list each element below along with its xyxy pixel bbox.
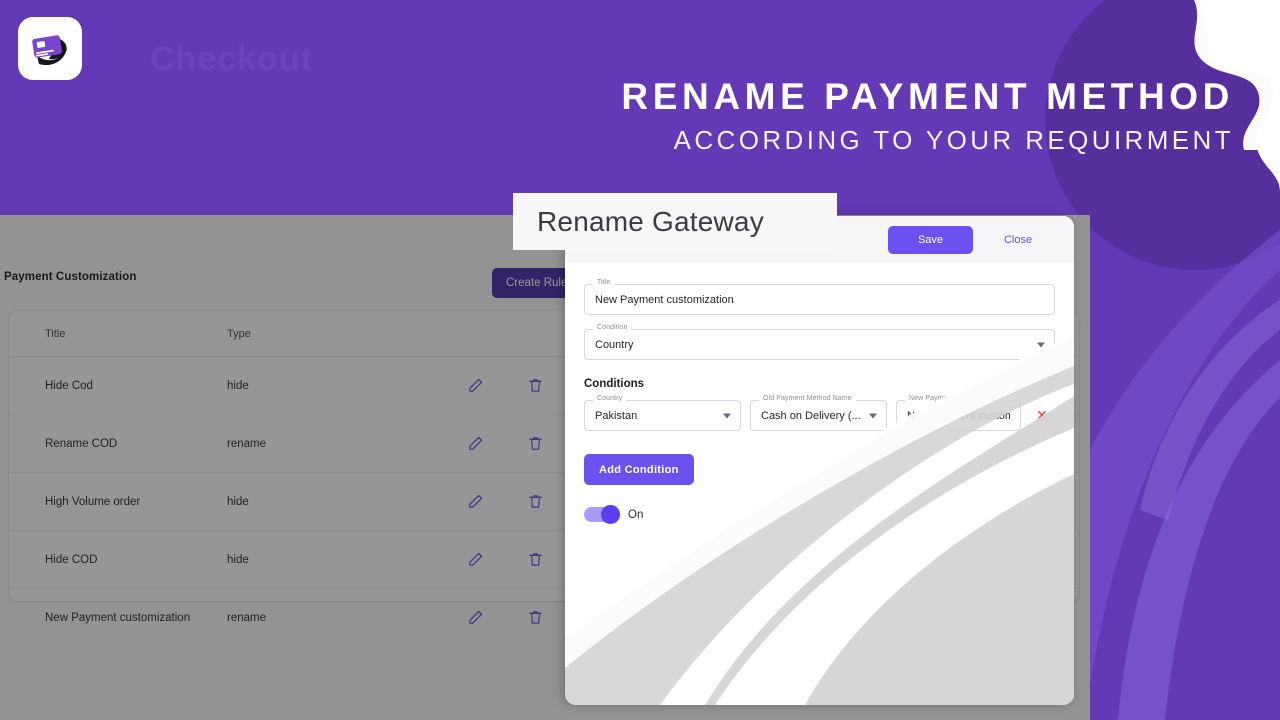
old-payment-method-select[interactable]: Old Payment Method Name Cash on Delivery… <box>750 395 887 431</box>
old-payment-method-label: Old Payment Method Name <box>759 395 856 402</box>
status-toggle-row: On <box>584 505 1055 524</box>
credit-card-swoosh-icon <box>32 34 67 65</box>
app-logo <box>18 17 82 80</box>
close-button[interactable]: Close <box>977 226 1059 254</box>
condition-row: Country Pakistan Old Payment Method Name… <box>584 395 1055 431</box>
screenshot-root: Payment Customization Create Rule Title … <box>0 0 1280 720</box>
country-select-value: Pakistan <box>595 409 638 422</box>
title-field[interactable]: Title New Payment customization <box>584 279 1055 315</box>
country-select[interactable]: Country Pakistan <box>584 395 741 431</box>
conditions-heading: Conditions <box>584 378 645 390</box>
rename-gateway-modal: Save Close Title New Payment customizati… <box>565 216 1074 705</box>
callout-rename-gateway: Rename Gateway <box>513 193 837 250</box>
country-select-label: Country <box>593 395 627 402</box>
title-field-label: Title <box>593 279 615 286</box>
new-payment-method-value: New Payment customiz <box>907 409 1010 422</box>
toggle-knob <box>601 505 620 524</box>
chevron-down-icon <box>869 413 877 418</box>
brand-ghost-text: Checkout <box>150 40 313 78</box>
callout-text: Rename Gateway <box>537 205 764 237</box>
status-toggle[interactable] <box>584 505 620 524</box>
headline-block: RENAME PAYMENT METHOD ACCORDING TO YOUR … <box>621 78 1234 153</box>
title-field-value: New Payment customization <box>595 293 734 306</box>
new-payment-method-label: New Payment Method Name <box>905 395 1005 402</box>
condition-select-label: Condition <box>593 324 632 331</box>
headline-secondary: ACCORDING TO YOUR REQUIRMENT <box>673 125 1234 155</box>
condition-select-value: Country <box>595 338 634 351</box>
save-button[interactable]: Save <box>888 225 973 254</box>
new-payment-method-input[interactable]: New Payment Method Name New Payment cust… <box>896 395 1021 431</box>
close-x-icon[interactable]: ✕ <box>1033 407 1051 425</box>
status-toggle-label: On <box>628 508 644 521</box>
condition-select[interactable]: Condition Country <box>584 324 1055 360</box>
chevron-down-icon <box>723 413 731 418</box>
modal-body: Title New Payment customization Conditio… <box>565 263 1074 705</box>
chevron-down-icon <box>1037 342 1045 347</box>
add-condition-button[interactable]: Add Condition <box>584 454 694 485</box>
old-payment-method-value: Cash on Delivery (... <box>761 409 861 422</box>
headline-primary: RENAME PAYMENT METHOD <box>621 76 1234 117</box>
